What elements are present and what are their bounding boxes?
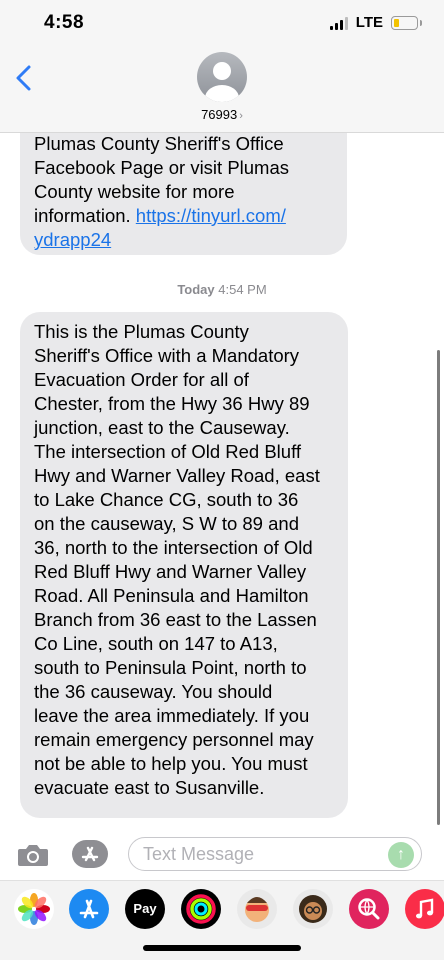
scroll-indicator [437,350,440,825]
person-silhouette-icon [205,62,239,102]
back-chevron-icon[interactable] [14,64,34,92]
status-indicators: LTE [329,14,422,31]
status-time: 4:58 [44,12,85,33]
app-store-apps-icon[interactable] [72,840,108,868]
contact-name[interactable]: 76993 › [0,107,444,122]
compose-bar: Text Message ↑ [0,828,444,880]
contact-avatar[interactable] [197,52,247,102]
app-store-icon[interactable] [69,889,109,929]
conversation-header: 4:58 LTE 76993 › [0,0,444,133]
apple-pay-icon[interactable]: Pay [125,889,165,929]
web-search-icon[interactable] [349,889,389,929]
message-input-placeholder: Text Message [143,844,255,864]
send-arrow-icon[interactable]: ↑ [388,842,414,868]
apple-pay-label: Pay [133,901,157,916]
timestamp-time: 4:54 PM [214,282,267,297]
music-icon[interactable] [405,889,444,929]
network-type: LTE [355,14,383,31]
messages-screen: Plumas County Sheriff's Office Facebook … [0,0,444,960]
activity-rings-icon[interactable] [181,889,221,929]
message-timestamp: Today 4:54 PM [0,282,444,297]
memoji-icon-2[interactable] [293,889,333,929]
message-bubble-incoming[interactable]: This is the Plumas County Sheriff's Offi… [20,312,348,818]
home-indicator[interactable] [143,945,301,951]
message-input[interactable]: Text Message ↑ [128,837,422,871]
battery-icon [391,15,422,30]
memoji-icon-1[interactable] [237,889,277,929]
camera-icon[interactable] [17,842,49,868]
chevron-right-icon: › [239,110,243,122]
timestamp-day: Today [177,282,215,297]
cellular-signal-icon [329,16,348,30]
contact-number: 76993 [201,107,238,122]
photos-app-icon[interactable] [14,889,54,929]
